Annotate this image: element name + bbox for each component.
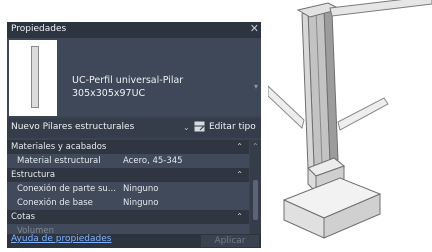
collapse-icon[interactable]: ⌃ <box>236 210 243 224</box>
panel-footer: Ayuda de propiedades Aplicar <box>7 234 261 248</box>
help-link[interactable]: Ayuda de propiedades <box>11 234 111 244</box>
type-selector-value[interactable]: Nuevo Pilares estructurales <box>11 122 134 132</box>
type-selector[interactable]: Nuevo Pilares estructurales ⌄ Editar tip… <box>7 118 261 138</box>
property-label: Conexión de base <box>17 198 93 208</box>
scrollbar-thumb[interactable] <box>253 180 258 220</box>
property-row[interactable]: Conexión de parte su... Ninguno <box>7 182 249 196</box>
panel-title: Propiedades <box>11 24 67 34</box>
collapse-icon[interactable]: ⌃ <box>236 168 243 182</box>
chevron-down-icon[interactable]: ▾ <box>254 82 258 91</box>
category-label: Cotas <box>11 212 36 222</box>
column-model <box>267 0 432 239</box>
category-materiales[interactable]: Materiales y acabados ⌃ <box>7 140 249 154</box>
properties-scrollbar[interactable]: ⌃ ⌄ <box>250 140 261 248</box>
chevron-down-icon[interactable]: ⌄ <box>183 123 190 132</box>
collapse-icon[interactable]: ⌃ <box>236 140 243 154</box>
panel-titlebar: Propiedades ✕ <box>7 22 261 38</box>
category-estructura[interactable]: Estructura ⌃ <box>7 168 249 182</box>
properties-panel: Propiedades ✕ UC-Perfil universal-Pilar … <box>7 22 261 248</box>
category-label: Materiales y acabados <box>11 142 107 152</box>
property-value[interactable]: Ninguno <box>123 182 158 196</box>
property-row[interactable]: Material estructural Acero, 45-345 <box>7 154 249 168</box>
edit-type-button[interactable]: Editar tipo <box>194 120 261 136</box>
close-icon[interactable]: ✕ <box>250 23 259 35</box>
edit-type-icon <box>194 121 205 132</box>
column-preview-icon <box>31 46 39 108</box>
property-label: Material estructural <box>17 156 101 166</box>
3d-viewport[interactable] <box>267 0 432 248</box>
category-cotas[interactable]: Cotas ⌃ <box>7 210 249 224</box>
type-name: UC-Perfil universal-Pilar 305x305x97UC <box>72 75 184 99</box>
property-value[interactable]: Ninguno <box>123 196 158 210</box>
property-label: Conexión de parte su... <box>17 184 116 194</box>
property-row[interactable]: Conexión de base Ninguno <box>7 196 249 210</box>
scroll-up-icon[interactable]: ⌃ <box>252 142 259 151</box>
properties-grid: Materiales y acabados ⌃ Material estruct… <box>7 140 249 248</box>
category-label: Estructura <box>11 170 56 180</box>
type-preview[interactable]: UC-Perfil universal-Pilar 305x305x97UC ▾ <box>7 38 261 116</box>
edit-type-label: Editar tipo <box>209 122 256 132</box>
type-thumbnail <box>9 40 57 116</box>
property-value[interactable]: Acero, 45-345 <box>123 154 183 168</box>
apply-button[interactable]: Aplicar <box>201 235 259 247</box>
